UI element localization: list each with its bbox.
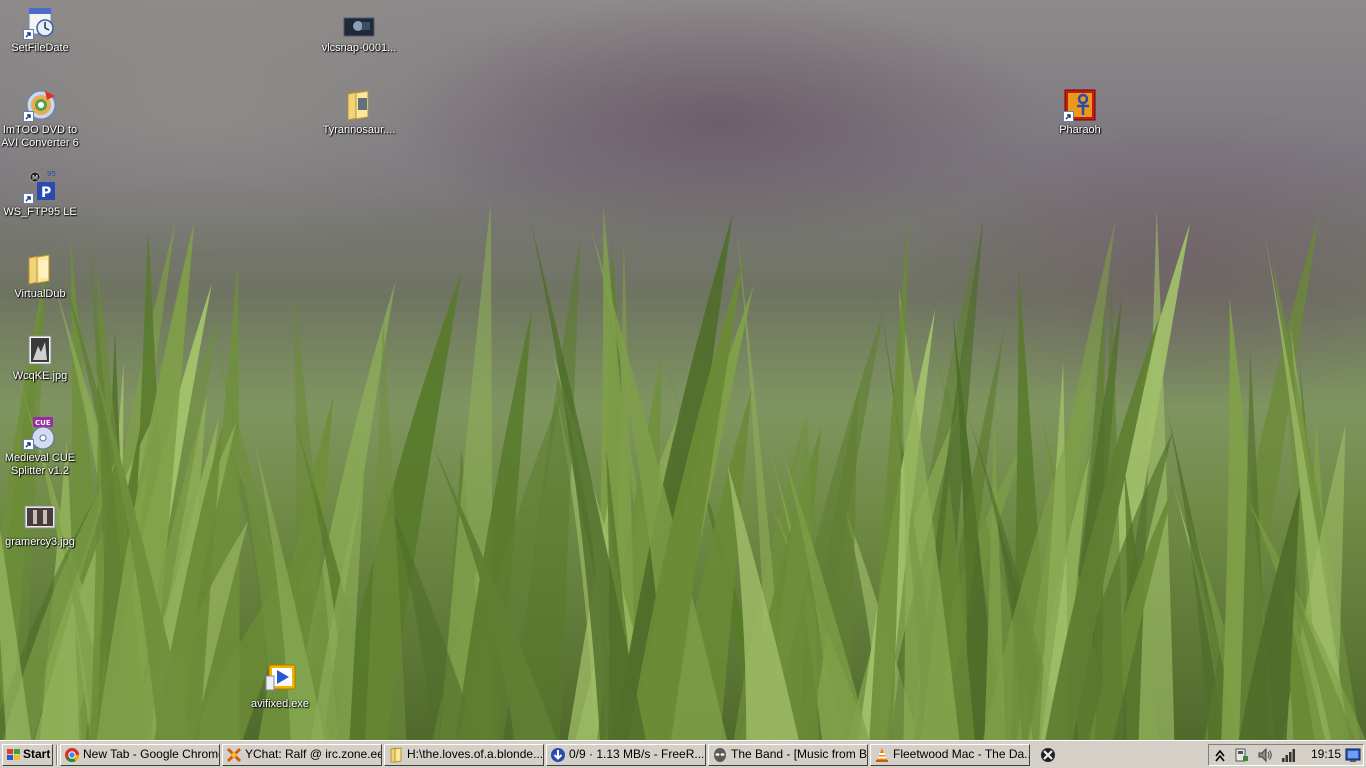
icon-label: gramercy3.jpg	[5, 536, 75, 548]
task-freerapid[interactable]: 0/9 · 1.13 MB/s - FreeR...	[546, 744, 706, 766]
icon-label: avifixed.exe	[250, 698, 310, 710]
svg-text:95: 95	[47, 170, 56, 178]
chrome-icon	[65, 748, 80, 763]
desktop-icon-wsftp[interactable]: M P 95 WS_FTP95 LE	[0, 170, 80, 219]
vlc-cone-icon	[876, 748, 888, 762]
desktop-icon[interactable]	[1345, 747, 1361, 763]
show-hidden-chevron-icon[interactable]	[1215, 747, 1225, 763]
icon-label: ImTOO DVD to AVI Converter 6	[1, 124, 79, 149]
desktop-background: SetFileDate ImTOO DVD to AVI Converter 6…	[0, 0, 1366, 740]
alien-player-icon	[714, 748, 726, 762]
volume-icon[interactable]	[1257, 747, 1273, 763]
ftp-client-icon: M P 95	[23, 170, 57, 204]
taskbar: Start New Tab - Google Chrome YChat: Ral…	[0, 740, 1366, 768]
icon-label: VirtualDub	[14, 288, 66, 300]
safely-remove-hardware-icon[interactable]	[1233, 747, 1249, 763]
desktop-icon-tyrannosaur[interactable]: Tyrannosaur....	[319, 88, 399, 137]
task-label: 0/9 · 1.13 MB/s - FreeR...	[569, 747, 705, 761]
task-label: The Band - [Music from Bi...	[731, 747, 868, 761]
desktop-icon-setfiledate[interactable]: SetFileDate	[0, 6, 80, 55]
desktop-icon-cuesplitter[interactable]: CUE Medieval CUE Splitter v1.2	[0, 416, 80, 478]
svg-text:M: M	[32, 174, 38, 182]
download-icon	[551, 748, 565, 762]
task-label: YChat: Ralf @ irc.zone.ee...	[245, 747, 382, 761]
icon-label: WcqKE.jpg	[12, 370, 68, 382]
icon-label: Tyrannosaur....	[322, 124, 396, 136]
x-app-icon[interactable]	[1040, 747, 1056, 763]
system-tray: 19:15	[1208, 744, 1364, 766]
taskbar-separator	[56, 745, 58, 765]
network-signal-icon[interactable]	[1281, 747, 1297, 763]
icon-label: SetFileDate	[11, 42, 69, 54]
desktop-icon-gramercy[interactable]: gramercy3.jpg	[0, 500, 80, 549]
icon-label: Medieval CUE Splitter v1.2	[4, 452, 76, 477]
clock[interactable]: 19:15	[1311, 745, 1341, 764]
media-exe-icon	[263, 662, 297, 696]
desktop-icon-vlcsnap[interactable]: vlcsnap-0001...	[319, 6, 399, 55]
task-music-player[interactable]: The Band - [Music from Bi...	[708, 744, 868, 766]
task-explorer-folder[interactable]: H:\the.loves.of.a.blonde....	[384, 744, 544, 766]
folder-icon	[342, 88, 376, 122]
icon-label: WS_FTP95 LE	[3, 206, 77, 218]
icon-label: Pharaoh	[1059, 124, 1101, 136]
start-label: Start	[23, 747, 51, 761]
desktop-icon-avifixed[interactable]: avifixed.exe	[240, 662, 320, 711]
image-file-icon	[342, 6, 376, 40]
desktop-icon-virtualdub[interactable]: VirtualDub	[0, 252, 80, 301]
windows-flag-icon	[7, 749, 20, 760]
task-chrome[interactable]: New Tab - Google Chrome	[60, 744, 220, 766]
desktop-icon-wcqke[interactable]: WcqKE.jpg	[0, 334, 80, 383]
cue-splitter-icon: CUE	[23, 416, 57, 450]
start-button[interactable]: Start	[2, 744, 53, 766]
image-file-icon	[23, 500, 57, 534]
task-label: New Tab - Google Chrome	[83, 747, 220, 761]
desktop-icon-imtoo[interactable]: ImTOO DVD to AVI Converter 6	[0, 88, 80, 150]
image-file-icon	[23, 334, 57, 368]
svg-text:P: P	[41, 185, 51, 201]
task-vlc[interactable]: Fleetwood Mac - The Da...	[870, 744, 1030, 766]
task-ychat[interactable]: YChat: Ralf @ irc.zone.ee...	[222, 744, 382, 766]
icon-label: vlcsnap-0001...	[321, 42, 397, 54]
ychat-icon	[226, 747, 242, 763]
task-label: H:\the.loves.of.a.blonde....	[407, 747, 544, 761]
dvd-converter-icon	[23, 88, 57, 122]
calendar-clock-icon	[23, 6, 57, 40]
folder-icon	[23, 252, 57, 286]
desktop-icon-pharaoh[interactable]: Pharaoh	[1040, 88, 1120, 137]
task-label: Fleetwood Mac - The Da...	[893, 747, 1030, 761]
pharaoh-ankh-icon	[1063, 88, 1097, 122]
folder-icon	[390, 747, 402, 763]
grass-wallpaper	[0, 202, 1366, 740]
svg-text:CUE: CUE	[35, 419, 51, 427]
